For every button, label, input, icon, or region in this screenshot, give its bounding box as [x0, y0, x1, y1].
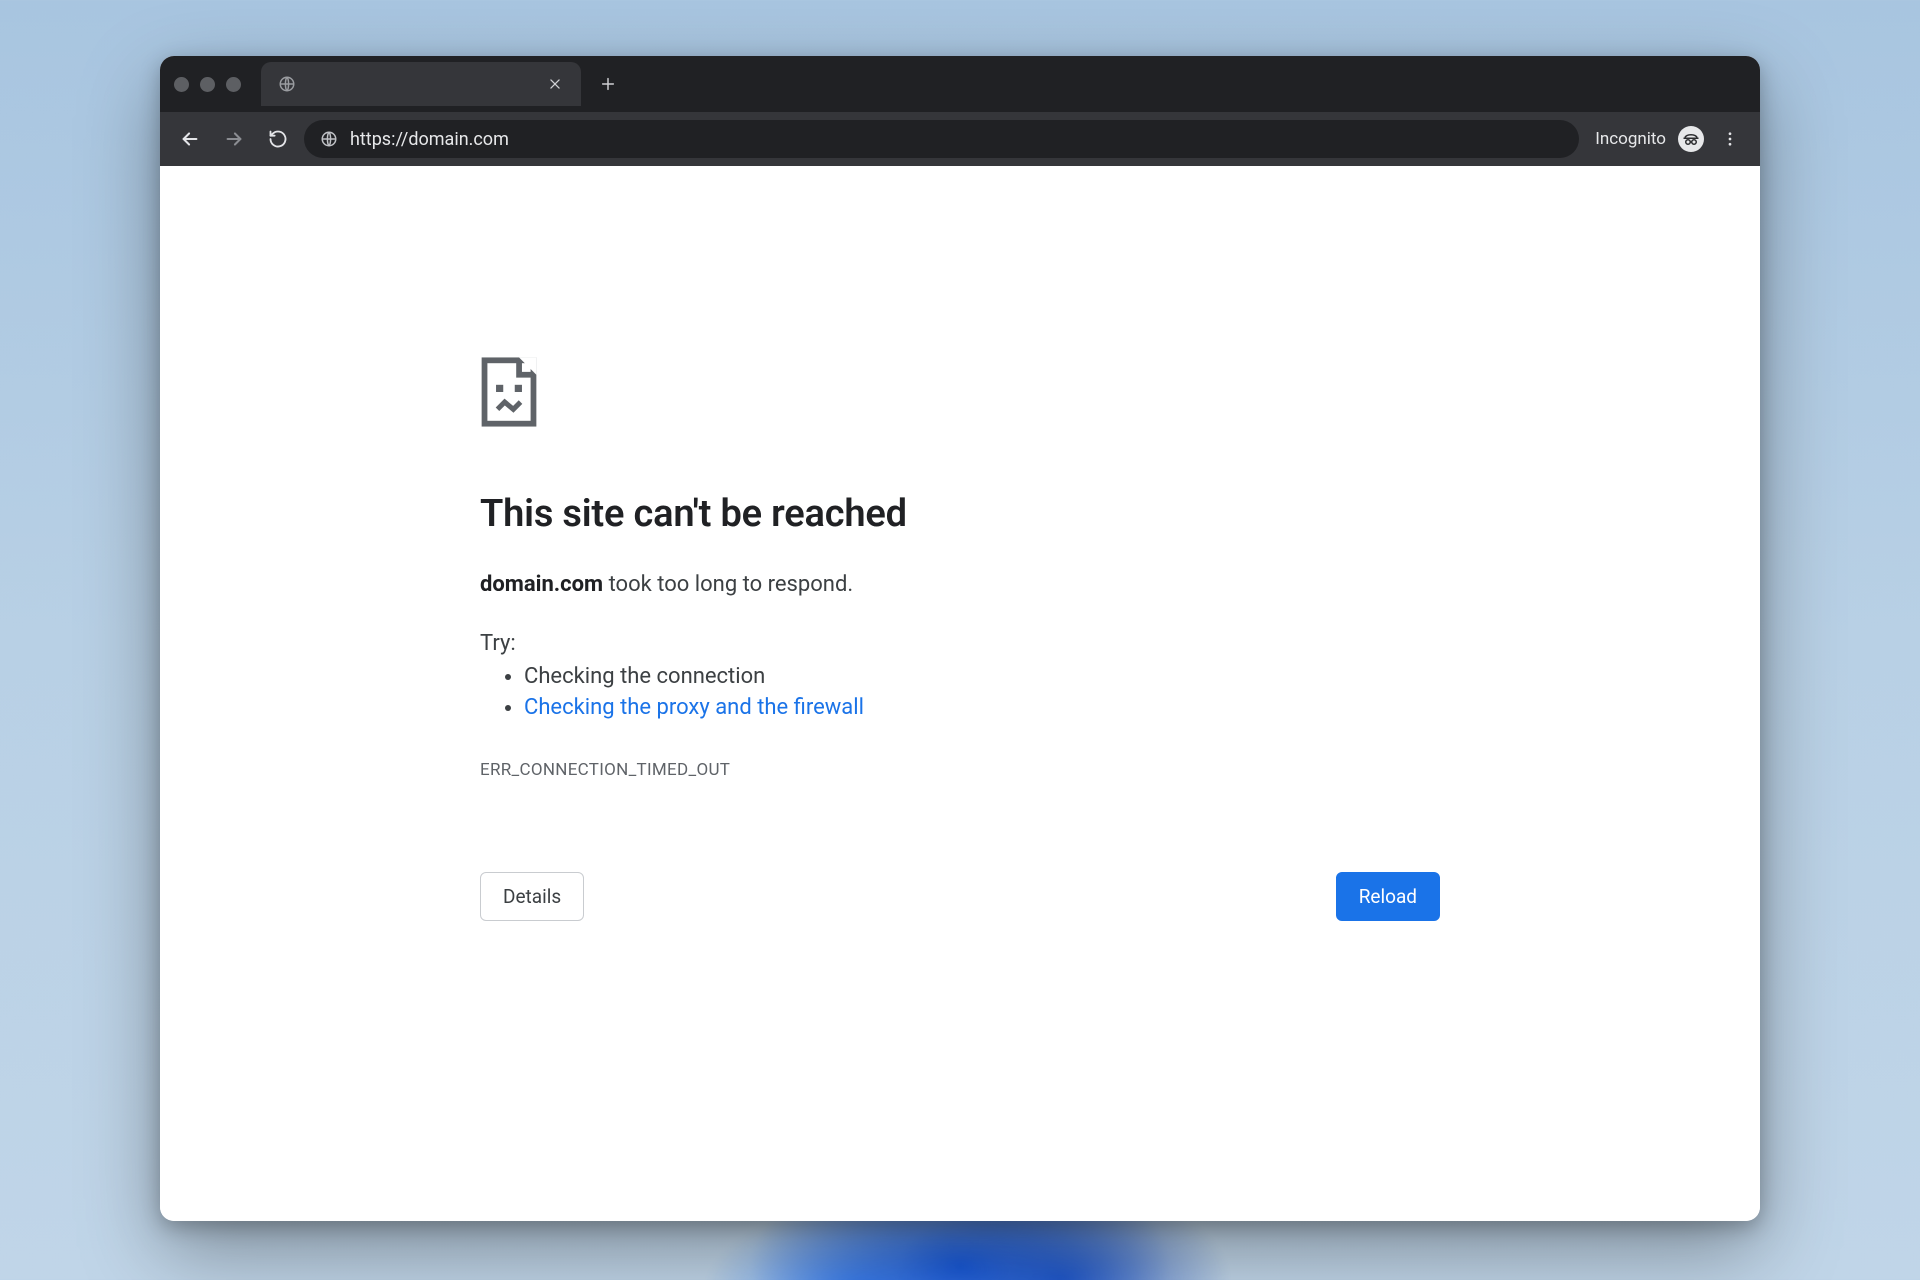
globe-icon	[277, 74, 297, 94]
error-description: domain.com took too long to respond.	[480, 572, 1440, 597]
error-code: ERR_CONNECTION_TIMED_OUT	[480, 760, 1440, 780]
browser-tab[interactable]	[261, 62, 581, 106]
forward-button[interactable]	[216, 121, 252, 157]
error-host-suffix: took too long to respond.	[603, 572, 853, 597]
window-minimize-button[interactable]	[200, 77, 215, 92]
incognito-indicator[interactable]: Incognito	[1587, 126, 1704, 152]
details-button[interactable]: Details	[480, 872, 584, 921]
reload-button[interactable]	[260, 121, 296, 157]
try-label: Try:	[480, 631, 1440, 656]
address-bar[interactable]	[304, 120, 1579, 158]
error-panel: This site can't be reached domain.com to…	[480, 356, 1440, 921]
new-tab-button[interactable]	[591, 67, 625, 101]
error-heading: This site can't be reached	[480, 492, 1440, 536]
error-actions: Details Reload	[480, 872, 1440, 921]
suggestion-list: Checking the connection Checking the pro…	[480, 664, 1440, 720]
close-tab-button[interactable]	[543, 72, 567, 96]
window-close-button[interactable]	[174, 77, 189, 92]
menu-button[interactable]	[1712, 121, 1748, 157]
sad-file-icon	[480, 356, 1440, 432]
url-input[interactable]	[350, 129, 1563, 150]
toolbar: Incognito	[160, 112, 1760, 166]
suggestion-check-proxy: Checking the proxy and the firewall	[524, 695, 1440, 720]
incognito-label: Incognito	[1595, 129, 1666, 149]
error-host: domain.com	[480, 572, 603, 597]
window-maximize-button[interactable]	[226, 77, 241, 92]
incognito-icon	[1678, 126, 1704, 152]
page-content: This site can't be reached domain.com to…	[160, 166, 1760, 1221]
back-button[interactable]	[172, 121, 208, 157]
window-controls	[174, 77, 241, 92]
site-info-icon[interactable]	[320, 130, 338, 148]
proxy-firewall-link[interactable]: Checking the proxy and the firewall	[524, 695, 864, 720]
browser-window: Incognito	[160, 56, 1760, 1221]
tab-bar	[160, 56, 1760, 112]
reload-page-button[interactable]: Reload	[1336, 872, 1440, 921]
suggestion-check-connection: Checking the connection	[524, 664, 1440, 689]
